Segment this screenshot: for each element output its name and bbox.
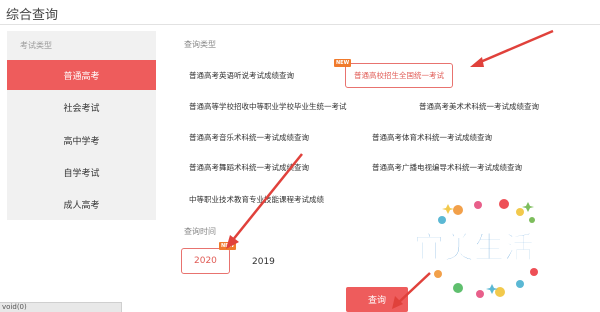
- watermark-text: 宜美生活: [414, 231, 534, 266]
- watermark-logo: 宜美生活: [414, 199, 538, 298]
- arrow-to-national-exam: [470, 29, 554, 67]
- arrow-to-2020: [226, 153, 303, 249]
